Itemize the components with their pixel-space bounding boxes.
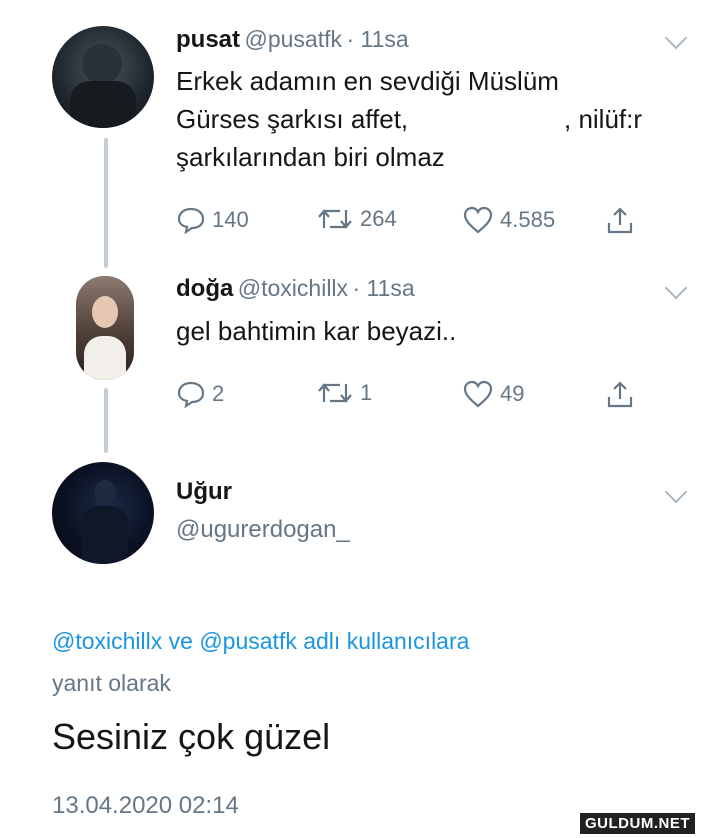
chevron-down-icon[interactable] bbox=[664, 26, 688, 50]
retweet-icon bbox=[318, 383, 352, 403]
reply-count: 2 bbox=[212, 381, 225, 406]
avatar[interactable] bbox=[52, 26, 154, 128]
display-name[interactable]: pusat bbox=[176, 26, 240, 53]
tweet-timestamp[interactable]: 13.04.2020 02:14 bbox=[52, 792, 239, 820]
like-count: 49 bbox=[500, 381, 525, 406]
share-icon bbox=[607, 207, 633, 234]
like-icon bbox=[463, 206, 493, 234]
chevron-down-icon[interactable] bbox=[664, 276, 688, 300]
tweet-text: Sesiniz çok güzel bbox=[52, 716, 331, 757]
tweet-text: Erkek adamın en sevdiği Müslüm Gürses şa… bbox=[176, 66, 643, 172]
avatar[interactable] bbox=[76, 276, 134, 380]
tweet-time: · 11sa bbox=[346, 26, 409, 52]
retweet-icon bbox=[318, 209, 352, 229]
tweet-time: · 11sa bbox=[352, 275, 415, 301]
reply-button[interactable]: 2 bbox=[176, 380, 224, 408]
reply-context: @toxichillx ve @pusatfk adlı kullanıcıla… bbox=[52, 620, 469, 704]
retweet-count: 1 bbox=[360, 380, 373, 405]
reply-button[interactable]: 140 bbox=[176, 206, 249, 234]
user-handle[interactable]: @pusatfk bbox=[244, 26, 342, 52]
thread-line-2 bbox=[104, 388, 108, 453]
watermark-logo: GULDUM.NET bbox=[580, 813, 695, 834]
tweet-text: gel bahtimin kar beyazi.. bbox=[176, 316, 457, 346]
reply-mentions[interactable]: @toxichillx ve @pusatfk adlı kullanıcıla… bbox=[52, 620, 469, 662]
reply-icon bbox=[177, 381, 205, 408]
user-handle[interactable]: @ugurerdogan_ bbox=[176, 516, 350, 544]
like-count: 4.585 bbox=[500, 207, 556, 232]
reply-icon bbox=[177, 207, 205, 234]
reply-count: 140 bbox=[212, 207, 249, 232]
retweet-button[interactable]: 1 bbox=[316, 380, 372, 406]
share-button[interactable] bbox=[606, 380, 634, 410]
display-name[interactable]: Uğur bbox=[176, 478, 232, 506]
thread-line-1 bbox=[104, 138, 108, 268]
display-name[interactable]: doğa bbox=[176, 275, 233, 302]
share-button[interactable] bbox=[606, 206, 634, 236]
like-button[interactable]: 49 bbox=[462, 380, 524, 408]
like-icon bbox=[463, 380, 493, 408]
retweet-button[interactable]: 264 bbox=[316, 206, 397, 232]
user-handle[interactable]: @toxichillx bbox=[238, 275, 348, 301]
share-icon bbox=[607, 381, 633, 408]
retweet-count: 264 bbox=[360, 206, 397, 231]
avatar[interactable] bbox=[52, 462, 154, 564]
like-button[interactable]: 4.585 bbox=[462, 206, 555, 234]
chevron-down-icon[interactable] bbox=[664, 480, 688, 504]
reply-suffix: yanıt olarak bbox=[52, 670, 171, 696]
